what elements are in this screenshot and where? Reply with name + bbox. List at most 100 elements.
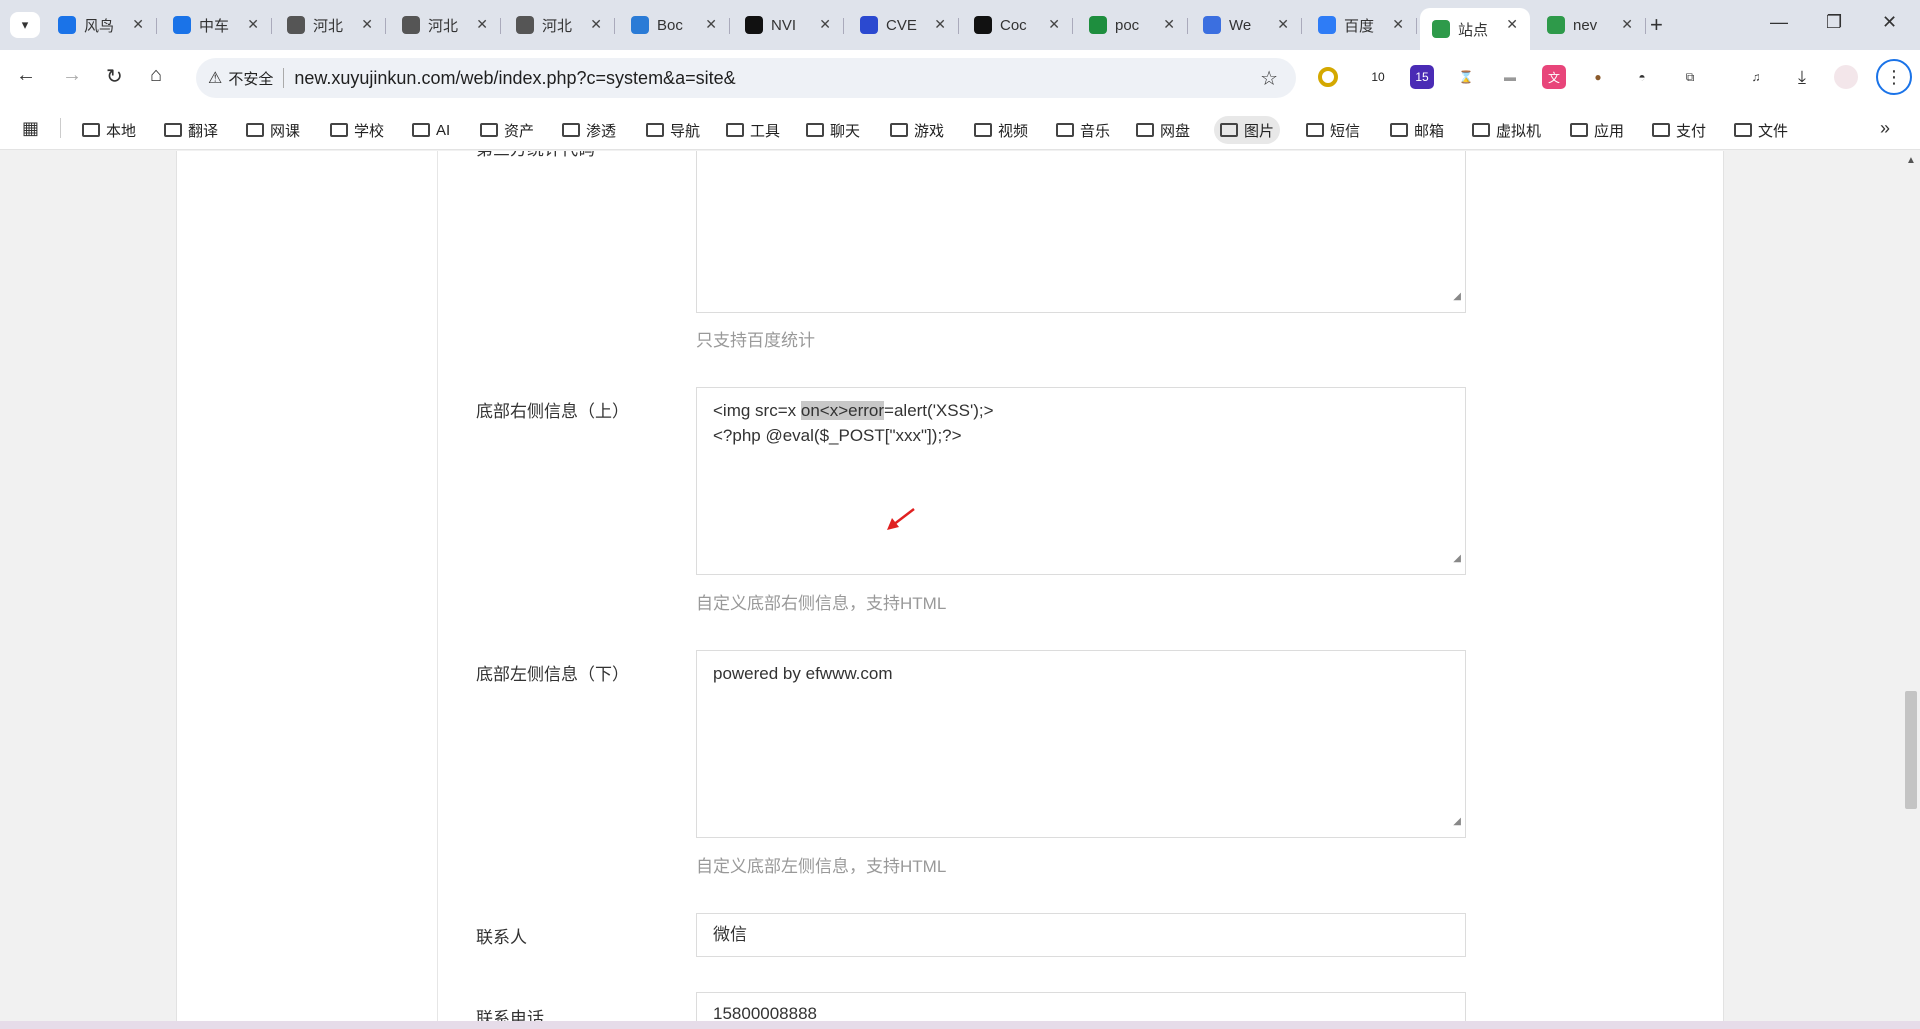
scrollbar-thumb[interactable] [1905,691,1917,809]
extension-cookie-icon[interactable]: ● [1586,65,1610,89]
bookmark-folder[interactable]: 支付 [1646,116,1712,144]
folder-icon [480,123,498,137]
extension-badge-icon[interactable]: 10 [1366,65,1390,89]
bookmark-folder[interactable]: 资产 [474,116,540,144]
bookmark-folder[interactable]: 翻译 [158,116,224,144]
bookmark-folder[interactable]: 视频 [968,116,1034,144]
minimize-button[interactable]: — [1770,12,1788,33]
close-tab-icon[interactable]: ✕ [361,16,373,33]
phone-input[interactable]: 15800008888 [696,992,1466,1021]
tab[interactable]: Boc ✕ [619,8,730,42]
extensions-puzzle-icon[interactable]: ⧉ [1678,65,1702,89]
bookmark-folder[interactable]: 邮箱 [1384,116,1450,144]
new-tab-button[interactable]: + [1650,12,1663,38]
extension-mail-icon[interactable]: 15 [1410,65,1434,89]
bookmark-folder[interactable]: 渗透 [556,116,622,144]
bookmark-star-icon[interactable]: ☆ [1260,66,1278,91]
url-text[interactable]: new.xuyujinkun.com/web/index.php?c=syste… [294,68,735,89]
close-tab-icon[interactable]: ✕ [590,16,602,33]
tab-title: nev [1573,16,1598,34]
folder-icon [562,123,580,137]
analytics-code-textarea[interactable]: ◢ [696,151,1466,313]
close-window-button[interactable]: ✕ [1882,12,1897,33]
tab[interactable]: Coc ✕ [962,8,1073,42]
apps-grid-icon[interactable]: ▦ [22,118,39,139]
footer-left-textarea[interactable]: powered by efwww.com ◢ [696,650,1466,838]
bookmark-folder[interactable]: 导航 [640,116,706,144]
footer-right-textarea[interactable]: <img src=x on<x>error=alert('XSS');> <?p… [696,387,1466,575]
resize-handle-icon[interactable]: ◢ [1453,546,1461,571]
close-tab-icon[interactable]: ✕ [1048,16,1060,33]
extension-hat-icon[interactable]: ◓ [1630,65,1654,89]
restore-button[interactable]: ❐ [1826,12,1842,33]
menu-kebab-icon[interactable]: ⋮ [1876,59,1912,95]
bookmark-folder[interactable]: 音乐 [1050,116,1116,144]
close-tab-icon[interactable]: ✕ [476,16,488,33]
bookmark-folder[interactable]: 聊天 [800,116,866,144]
bookmark-folder[interactable]: 文件 [1728,116,1794,144]
close-tab-icon[interactable]: ✕ [705,16,717,33]
tab[interactable]: 百度 ✕ [1306,8,1417,42]
folder-icon [646,123,664,137]
close-tab-icon[interactable]: ✕ [1163,16,1175,33]
download-icon[interactable]: ⤓ [1790,65,1814,89]
bookmark-label: AI [436,121,451,139]
bookmark-label: 支付 [1676,122,1707,140]
close-tab-icon[interactable]: ✕ [132,16,144,33]
extension-bars-icon[interactable]: ▬ [1498,65,1522,89]
back-button[interactable]: ← [16,64,36,87]
tab[interactable]: NVI ✕ [733,8,844,42]
forward-button[interactable]: → [62,64,82,87]
more-bookmarks-icon[interactable]: » [1880,118,1890,139]
tab[interactable]: nev ✕ [1535,8,1646,42]
tab[interactable]: 河北 ✕ [390,8,501,42]
address-bar[interactable]: ⚠ 不安全 new.xuyujinkun.com/web/index.php?c… [196,58,1296,98]
tab[interactable]: 风鸟 ✕ [46,8,157,42]
contact-input[interactable]: 微信 [696,913,1466,957]
close-tab-icon[interactable]: ✕ [1277,16,1289,33]
tab[interactable]: poc ✕ [1077,8,1188,42]
page-scrollbar[interactable]: ▲ [1902,151,1920,1021]
close-tab-icon[interactable]: ✕ [934,16,946,33]
bookmark-folder[interactable]: 工具 [720,116,786,144]
bookmark-folder[interactable]: 短信 [1300,116,1366,144]
profile-avatar[interactable] [1834,65,1858,89]
close-tab-icon[interactable]: ✕ [1506,16,1518,33]
tab[interactable]: CVE ✕ [848,8,959,42]
folder-icon [164,123,182,137]
bookmark-folder[interactable]: 图片 [1214,116,1281,144]
extension-hourglass-icon[interactable]: ⌛ [1454,65,1478,89]
scroll-up-icon[interactable]: ▲ [1906,155,1916,166]
nvd-icon [745,16,763,34]
extension-translate-icon[interactable]: 文 [1542,65,1566,89]
bookmark-folder[interactable]: 虚拟机 [1466,116,1547,144]
reload-button[interactable]: ↻ [106,64,123,89]
resize-handle-icon[interactable]: ◢ [1453,284,1461,309]
tab[interactable]: 站点 ✕ [1420,8,1530,50]
tab[interactable]: 河北 ✕ [275,8,386,42]
insecure-label[interactable]: 不安全 [228,68,273,89]
folder-icon [1472,123,1490,137]
bookmark-folder[interactable]: AI [406,116,456,144]
close-tab-icon[interactable]: ✕ [1621,16,1633,33]
bookmark-folder[interactable]: 学校 [324,116,390,144]
tab[interactable]: 中车 ✕ [161,8,272,42]
tab[interactable]: We ✕ [1191,8,1302,42]
extension-circle-icon[interactable] [1318,67,1338,87]
bookmark-folder[interactable]: 网盘 [1130,116,1196,144]
tab-search-button[interactable]: ▾ [10,12,40,38]
resize-handle-icon[interactable]: ◢ [1453,809,1461,834]
close-tab-icon[interactable]: ✕ [1392,16,1404,33]
bookmark-folder[interactable]: 应用 [1564,116,1630,144]
bookmark-folder[interactable]: 网课 [240,116,306,144]
home-button[interactable]: ⌂ [150,64,162,87]
tab-title: 风鸟 [84,17,115,35]
bookmark-folder[interactable]: 游戏 [884,116,950,144]
close-tab-icon[interactable]: ✕ [247,16,259,33]
close-tab-icon[interactable]: ✕ [819,16,831,33]
folder-icon [82,123,100,137]
media-control-icon[interactable]: ♫ [1744,65,1768,89]
tab[interactable]: 河北 ✕ [504,8,615,42]
divider [60,118,61,138]
bookmark-folder[interactable]: 本地 [76,116,142,144]
